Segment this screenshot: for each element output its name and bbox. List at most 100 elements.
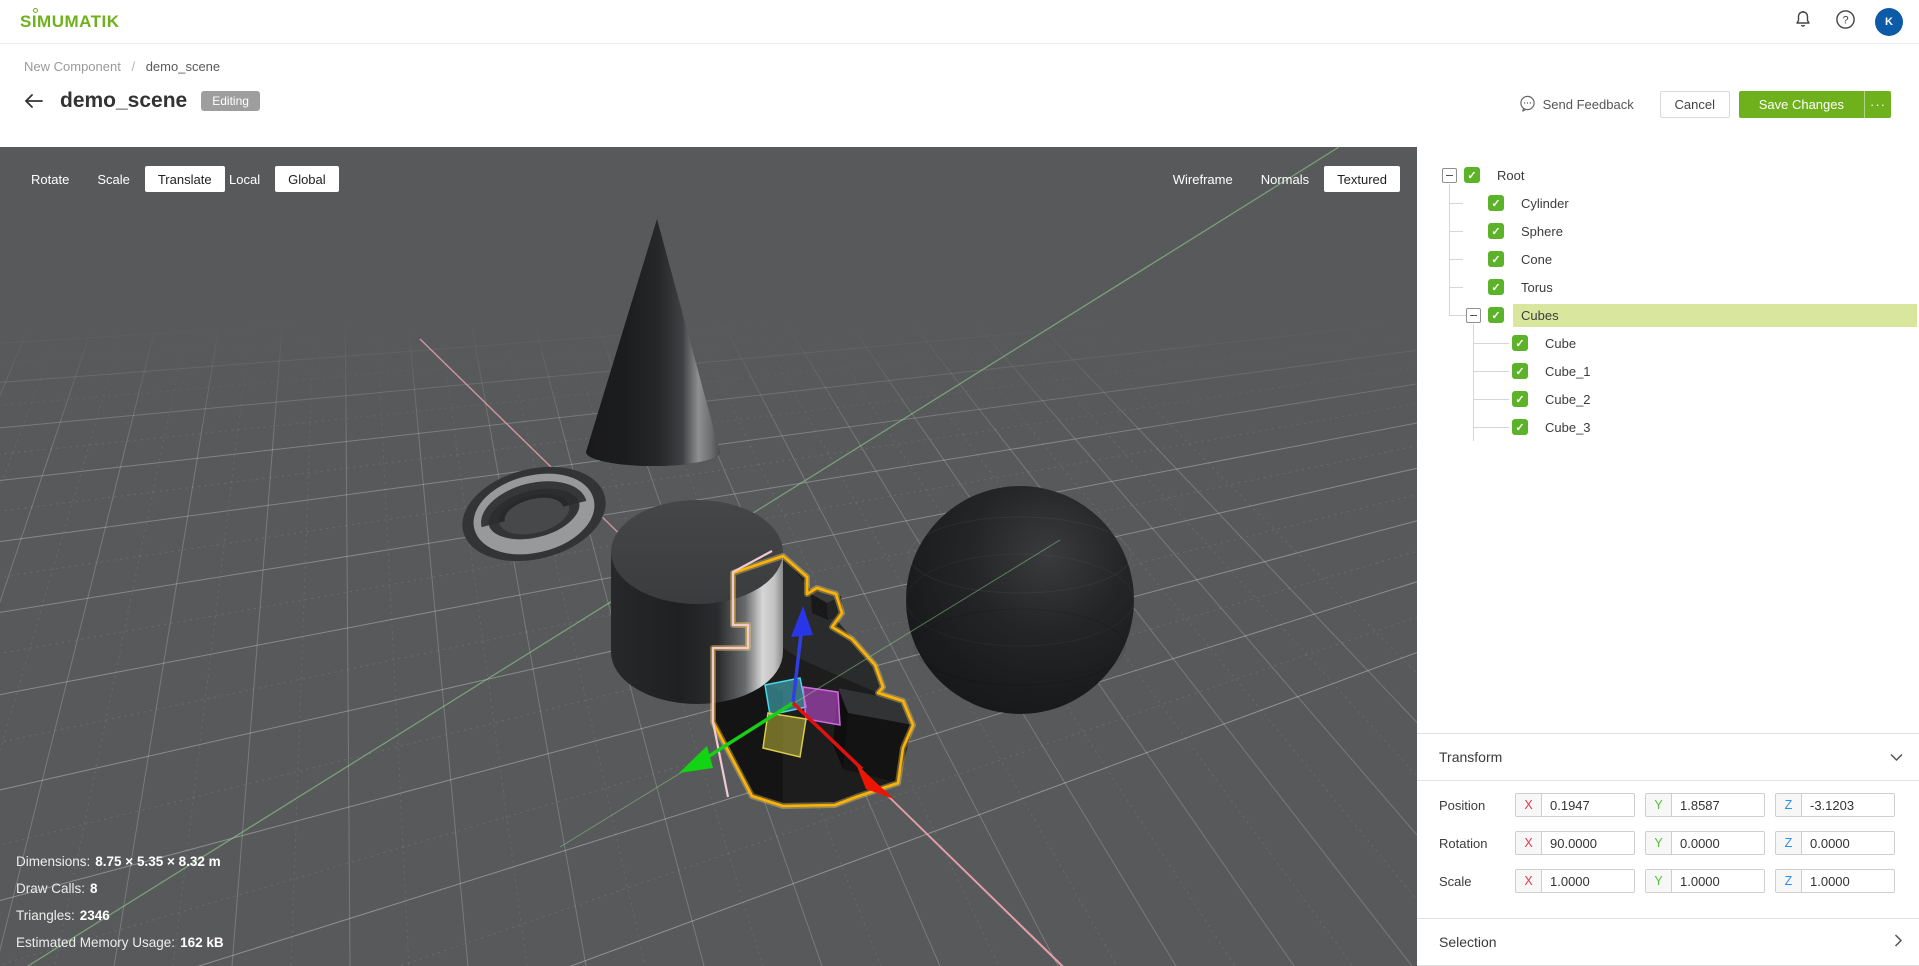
toolbar-button-translate[interactable]: Translate [144,166,225,192]
transform-mode-toolbar: Rotate Scale Translate [18,166,225,192]
transform-row-label: Scale [1439,873,1472,889]
toolbar-button-scale[interactable]: Scale [84,166,143,192]
rotation-z-input[interactable] [1802,832,1894,854]
toolbar-button-textured[interactable]: Textured [1324,166,1400,192]
rotation-y-input[interactable] [1672,832,1764,854]
page-title: demo_scene [60,89,188,112]
avatar-initial: K [1885,15,1893,28]
cancel-button[interactable]: Cancel [1659,91,1730,118]
editing-badge: Editing [201,91,260,111]
visibility-checkbox[interactable]: ✓ [1488,251,1504,267]
tree-row-cubes[interactable]: ✓ Cubes [1417,301,1919,329]
axis-label-z: Z [1776,794,1802,816]
breadcrumb-parent[interactable]: New Component [24,59,121,74]
selection-section: Selection [1417,918,1919,966]
tree-label: Cube [1545,335,1577,351]
back-arrow-icon[interactable] [24,90,46,112]
tree-connector-line [1449,203,1463,204]
tree-connector-line [1473,343,1509,344]
transform-row-label: Position [1439,797,1486,813]
question-icon: ? [1835,9,1856,35]
visibility-checkbox[interactable]: ✓ [1488,307,1504,323]
tree-label: Sphere [1521,223,1563,239]
visibility-checkbox[interactable]: ✓ [1512,335,1528,351]
visibility-checkbox[interactable]: ✓ [1488,195,1504,211]
rotation-y-group: Y [1645,831,1765,855]
scale-x-group: X [1515,869,1635,893]
stat-draw-calls-: Draw Calls: 8 [16,881,98,896]
collapse-icon[interactable] [1466,307,1481,323]
visibility-checkbox[interactable]: ✓ [1488,279,1504,295]
transform-row-position: Position X Y Z [1439,793,1913,817]
tree-row-cone[interactable]: ✓ Cone [1417,245,1919,273]
transform-section: Transform Position X Y Z Rotation X Y Z Scale X Y Z [1417,733,1919,917]
sphere-object[interactable] [905,486,1135,714]
visibility-checkbox[interactable]: ✓ [1512,419,1528,435]
scale-y-input[interactable] [1672,870,1764,892]
tree-connector-line [1473,399,1509,400]
tree-label: Cubes [1513,303,1917,327]
selection-section-header[interactable]: Selection [1417,919,1919,965]
position-z-group: Z [1775,793,1895,817]
toolbar-button-normals[interactable]: Normals [1248,166,1322,192]
toolbar-button-global[interactable]: Global [275,166,339,192]
visibility-checkbox[interactable]: ✓ [1512,363,1528,379]
chevron-down-icon [1890,749,1903,765]
logo-text: SIMUMATIK [20,11,120,31]
stat-triangles-: Triangles: 2346 [16,908,110,923]
user-avatar[interactable]: K [1875,7,1903,36]
tree-label: Torus [1521,279,1553,295]
axis-label-y: Y [1646,870,1672,892]
tree-row-root[interactable]: ✓ Root [1417,161,1919,189]
chevron-right-icon [1894,934,1903,950]
transform-section-header[interactable]: Transform [1417,734,1919,780]
toolbar-button-wireframe[interactable]: Wireframe [1160,166,1246,192]
tree-connector-line [1449,315,1466,316]
tree-label: Root [1497,167,1525,183]
send-feedback-button[interactable]: Send Feedback [1519,95,1634,115]
simumatik-logo[interactable]: SIMUMATIK [20,7,120,32]
axis-label-y: Y [1646,794,1672,816]
visibility-checkbox[interactable]: ✓ [1488,223,1504,239]
tree-label: Cylinder [1521,195,1569,211]
tree-row-sphere[interactable]: ✓ Sphere [1417,217,1919,245]
scale-z-input[interactable] [1802,870,1894,892]
breadcrumb: New Component / demo_scene [24,59,220,74]
selection-title: Selection [1439,934,1497,950]
scene-stats: Dimensions: 8.75 × 5.35 × 8.32 m Draw Call… [16,854,224,950]
scene-canvas[interactable] [0,147,1420,966]
tree-connector-line [1449,231,1463,232]
visibility-checkbox[interactable]: ✓ [1464,167,1480,183]
right-panel: ✓ Root ✓ Cylinder ✓ Sphere ✓ Cone ✓ Torus ✓ Cubes ✓ C… [1417,147,1919,966]
position-x-group: X [1515,793,1635,817]
tree-row-cylinder[interactable]: ✓ Cylinder [1417,189,1919,217]
tree-row-torus[interactable]: ✓ Torus [1417,273,1919,301]
save-more-options-button[interactable]: ··· [1864,91,1891,118]
position-y-input[interactable] [1672,794,1764,816]
transform-row-scale: Scale X Y Z [1439,869,1913,893]
axis-label-y: Y [1646,832,1672,854]
help-button[interactable]: ? [1833,9,1857,35]
axis-label-z: Z [1776,870,1802,892]
axis-label-x: X [1516,794,1542,816]
scale-z-group: Z [1775,869,1895,893]
stat-estimated-memory-usage-: Estimated Memory Usage: 162 kB [16,935,224,950]
rotation-x-input[interactable] [1542,832,1634,854]
notifications-button[interactable] [1791,10,1815,34]
position-x-input[interactable] [1542,794,1634,816]
bell-icon [1793,9,1813,34]
save-changes-button[interactable]: Save Changes [1738,91,1864,118]
scale-x-input[interactable] [1542,870,1634,892]
axis-label-z: Z [1776,832,1802,854]
tree-label: Cube_1 [1545,363,1591,379]
toolbar-button-rotate[interactable]: Rotate [18,166,82,192]
cylinder-object[interactable] [611,500,783,704]
position-y-group: Y [1645,793,1765,817]
send-feedback-label: Send Feedback [1542,97,1634,112]
transform-row-label: Rotation [1439,835,1488,851]
collapse-icon[interactable] [1442,167,1457,183]
visibility-checkbox[interactable]: ✓ [1512,391,1528,407]
3d-viewport[interactable]: Rotate Scale Translate Local Global Wirefra… [0,147,1420,966]
position-z-input[interactable] [1802,794,1894,816]
toolbar-button-local[interactable]: Local [216,166,273,192]
